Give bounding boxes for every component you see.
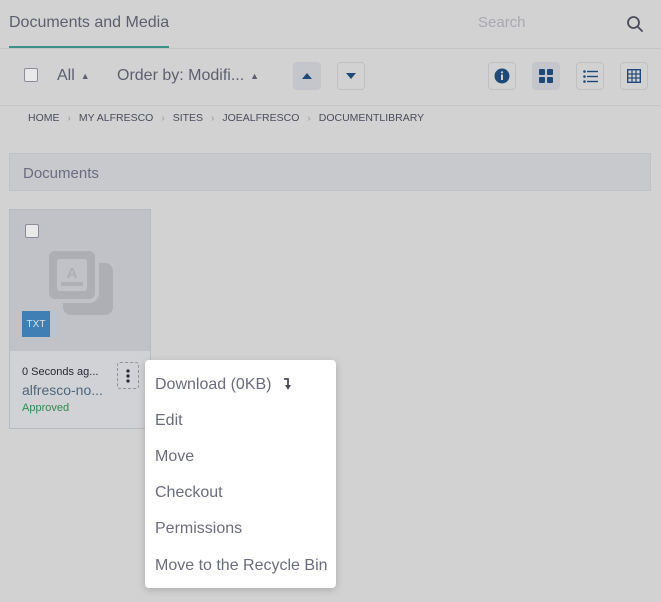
select-all-checkbox[interactable] xyxy=(24,68,38,82)
cards-view-button[interactable] xyxy=(532,62,560,90)
sort-arrows-icon: ▲︎ xyxy=(250,70,260,81)
svg-text:A: A xyxy=(67,265,78,282)
section-header: Documents xyxy=(9,153,651,191)
chevron-right-icon: › xyxy=(161,112,165,124)
list-view-button[interactable] xyxy=(576,62,604,90)
menu-item-edit[interactable]: Edit xyxy=(155,412,183,430)
card-actions-button[interactable] xyxy=(117,362,139,389)
file-type-badge: TXT xyxy=(22,311,50,337)
card-checkbox[interactable] xyxy=(25,224,39,238)
sort-descending-button[interactable] xyxy=(337,62,365,90)
grid-cards-icon xyxy=(539,69,553,83)
menu-item-checkout[interactable]: Checkout xyxy=(155,484,223,502)
filter-dropdown[interactable]: All ▲︎ xyxy=(57,67,90,85)
chevron-right-icon: › xyxy=(67,112,71,124)
document-placeholder-icon: A xyxy=(45,247,113,315)
breadcrumb: HOME › MY ALFRESCO › SITES › JOEALFRESCO… xyxy=(28,112,424,124)
card-modified-time: 0 Seconds ag... xyxy=(22,366,99,378)
caret-up-icon xyxy=(302,73,312,79)
menu-item-permissions[interactable]: Permissions xyxy=(155,520,242,538)
order-by-label: Order by: Modifi... xyxy=(117,67,245,84)
top-navbar: Documents and Media Search xyxy=(0,0,661,49)
table-icon xyxy=(627,69,641,83)
document-card[interactable]: A TXT 0 Seconds ag... alfresco-no... App… xyxy=(9,209,151,429)
breadcrumb-item[interactable]: MY ALFRESCO xyxy=(79,112,154,124)
management-toolbar: All ▲︎ Order by: Modifi... ▲︎ xyxy=(0,49,661,106)
ellipsis-vertical-icon xyxy=(126,368,130,383)
card-thumbnail[interactable]: A TXT xyxy=(10,210,150,351)
filter-label: All xyxy=(57,67,75,84)
search-input[interactable]: Search xyxy=(478,14,526,31)
sort-ascending-button[interactable] xyxy=(293,62,321,90)
tab-documents-and-media[interactable]: Documents and Media xyxy=(9,0,170,48)
menu-item-move[interactable]: Move xyxy=(155,448,194,466)
info-button[interactable] xyxy=(488,62,516,90)
breadcrumb-item[interactable]: HOME xyxy=(28,112,60,124)
order-by-dropdown[interactable]: Order by: Modifi... ▲︎ xyxy=(117,67,259,85)
chevron-right-icon: › xyxy=(307,112,311,124)
menu-item-label: Download (0KB) xyxy=(155,376,272,393)
sort-arrows-icon: ▲︎ xyxy=(80,70,90,81)
download-arrow-icon xyxy=(283,378,291,390)
menu-item-download[interactable]: Download (0KB) xyxy=(155,376,291,394)
breadcrumb-item[interactable]: JOEALFRESCO xyxy=(222,112,299,124)
card-info: 0 Seconds ag... alfresco-no... Approved xyxy=(10,351,150,428)
search-icon[interactable] xyxy=(626,15,644,33)
info-icon xyxy=(494,68,510,84)
card-title-link[interactable]: alfresco-no... xyxy=(22,382,114,398)
breadcrumb-item[interactable]: SITES xyxy=(173,112,203,124)
caret-down-icon xyxy=(346,73,356,79)
chevron-right-icon: › xyxy=(211,112,215,124)
section-title: Documents xyxy=(23,165,99,182)
breadcrumb-item: DOCUMENTLIBRARY xyxy=(318,112,425,124)
list-icon xyxy=(582,69,598,83)
table-view-button[interactable] xyxy=(620,62,648,90)
status-label: Approved xyxy=(22,402,70,414)
menu-item-move-to-recycle-bin[interactable]: Move to the Recycle Bin xyxy=(155,557,328,575)
actions-dropdown-menu: Download (0KB) Edit Move Checkout Permis… xyxy=(145,360,336,588)
